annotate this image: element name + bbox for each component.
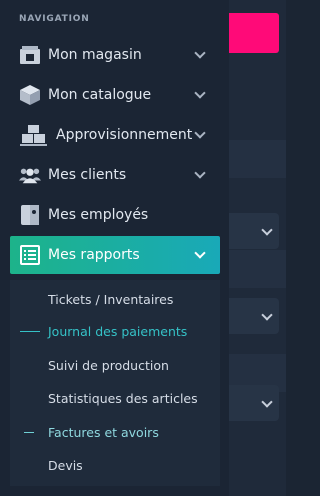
sidebar-item-label: Mon magasin: [48, 47, 142, 63]
sidebar-item-mon-catalogue[interactable]: Mon catalogue: [10, 76, 220, 114]
sidebar-item-mes-clients[interactable]: Mes clients: [10, 156, 220, 194]
nav-section-title: NAVIGATION: [19, 14, 90, 24]
dropdown-select[interactable]: [229, 298, 279, 334]
store-icon: [19, 44, 41, 66]
sidebar-item-mon-magasin[interactable]: Mon magasin: [10, 36, 220, 74]
sidebar-item-mes-employes[interactable]: Mes employés: [10, 196, 220, 234]
sidebar-item-mes-rapports[interactable]: Mes rapports: [10, 236, 220, 274]
sidebar-item-label: Approvisionnement: [56, 127, 193, 143]
submenu-item-tickets-inventaires[interactable]: Tickets / Inventaires: [10, 284, 220, 314]
chevron-down-icon: [261, 396, 273, 408]
sidebar-item-label: Mes employés: [48, 207, 149, 223]
submenu-item-devis[interactable]: Devis: [10, 450, 220, 480]
submenu-item-factures-avoirs[interactable]: Factures et avoirs: [10, 417, 220, 447]
sidebar: NAVIGATION Mon magasin Mon catalogue App…: [0, 0, 229, 496]
chevron-down-icon: [194, 167, 206, 179]
content-band: [229, 250, 286, 288]
submenu-mes-rapports: Tickets / Inventaires Journal des paieme…: [10, 280, 220, 486]
chevron-down-icon: [194, 87, 206, 99]
submenu-item-label: Factures et avoirs: [48, 424, 159, 440]
hover-indicator: [24, 431, 34, 433]
submenu-item-label: Suivi de production: [48, 357, 169, 373]
report-list-icon: [19, 244, 41, 266]
submenu-item-label: Journal des paiements: [48, 323, 188, 339]
current-indicator: [20, 330, 40, 332]
pink-action-button[interactable]: [229, 13, 279, 53]
submenu-item-label: Devis: [48, 457, 83, 473]
chevron-down-icon: [194, 247, 206, 259]
submenu-item-statistiques-articles[interactable]: Statistiques des articles: [10, 383, 220, 413]
chevron-down-icon: [261, 309, 273, 321]
submenu-item-journal-paiements[interactable]: Journal des paiements: [10, 316, 220, 346]
pallet-boxes-icon: [19, 124, 49, 146]
submenu-item-label: Statistiques des articles: [48, 390, 198, 406]
id-card-icon: [19, 204, 41, 226]
submenu-item-suivi-production[interactable]: Suivi de production: [10, 350, 220, 380]
content-band: [229, 140, 286, 178]
sidebar-item-approvisionnement[interactable]: Approvisionnement: [10, 116, 220, 154]
dropdown-select[interactable]: [229, 213, 279, 249]
submenu-item-label: Tickets / Inventaires: [48, 291, 174, 307]
chevron-down-icon: [261, 224, 273, 236]
box-icon: [19, 84, 41, 106]
sidebar-item-label: Mon catalogue: [48, 87, 152, 103]
dropdown-select[interactable]: [229, 385, 279, 421]
sidebar-item-label: Mes rapports: [48, 247, 140, 263]
chevron-down-icon: [194, 127, 206, 139]
chevron-down-icon: [194, 47, 206, 59]
sidebar-item-label: Mes clients: [48, 167, 127, 183]
users-icon: [19, 164, 41, 186]
